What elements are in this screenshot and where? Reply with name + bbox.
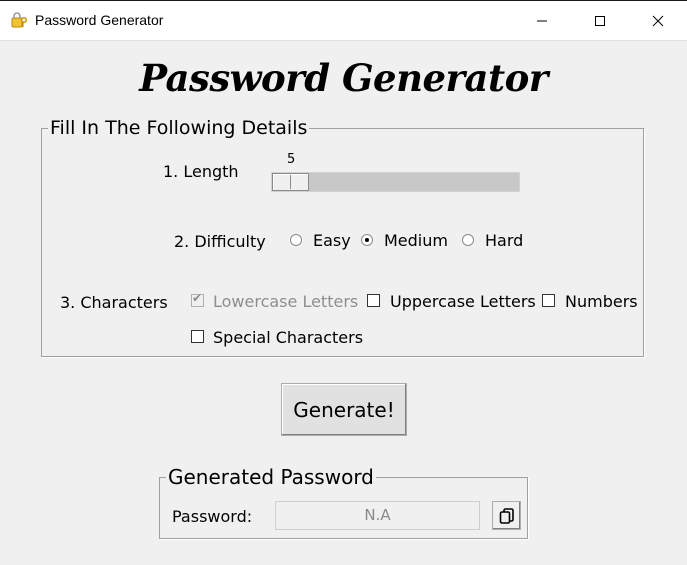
app-heading: Password Generator [139,56,548,100]
key-lock-icon [11,12,27,28]
copy-button[interactable] [492,501,521,530]
generated-password-legend: Generated Password [168,465,374,489]
title-separator [0,40,687,41]
difficulty-easy-label[interactable]: Easy [313,231,351,250]
maximize-button[interactable] [577,1,623,41]
title-bar[interactable]: Password Generator [0,0,687,40]
generate-button[interactable]: Generate! [281,383,407,436]
difficulty-medium-radio[interactable] [361,234,373,246]
numbers-label[interactable]: Numbers [565,292,638,311]
maximize-icon [595,16,605,26]
details-legend: Fill In The Following Details [50,117,308,139]
minimize-button[interactable] [519,1,565,41]
special-characters-checkbox[interactable] [191,330,204,343]
uppercase-label[interactable]: Uppercase Letters [390,292,536,311]
difficulty-easy-radio[interactable] [290,234,302,246]
copy-icon [499,507,514,524]
close-icon [652,15,664,27]
radio-selected-dot [365,238,369,242]
window-title: Password Generator [35,12,164,28]
password-output-field[interactable]: N.A [275,501,480,530]
minimize-icon [537,20,547,22]
numbers-checkbox[interactable] [542,294,555,307]
length-slider-thumb[interactable] [272,173,309,191]
special-characters-label[interactable]: Special Characters [213,328,363,347]
difficulty-label: 2. Difficulty [174,232,266,251]
uppercase-checkbox[interactable] [367,294,380,307]
lowercase-checkbox[interactable]: ✔ [191,291,204,307]
lowercase-label: Lowercase Letters [213,292,359,311]
difficulty-hard-label[interactable]: Hard [485,231,523,250]
difficulty-hard-radio[interactable] [462,234,474,246]
checkmark-icon: ✔ [192,291,203,305]
characters-label: 3. Characters [60,293,168,312]
close-button[interactable] [635,1,681,41]
length-value: 5 [287,152,296,167]
difficulty-medium-label[interactable]: Medium [384,231,448,250]
password-label: Password: [172,507,253,526]
length-label: 1. Length [163,162,239,181]
